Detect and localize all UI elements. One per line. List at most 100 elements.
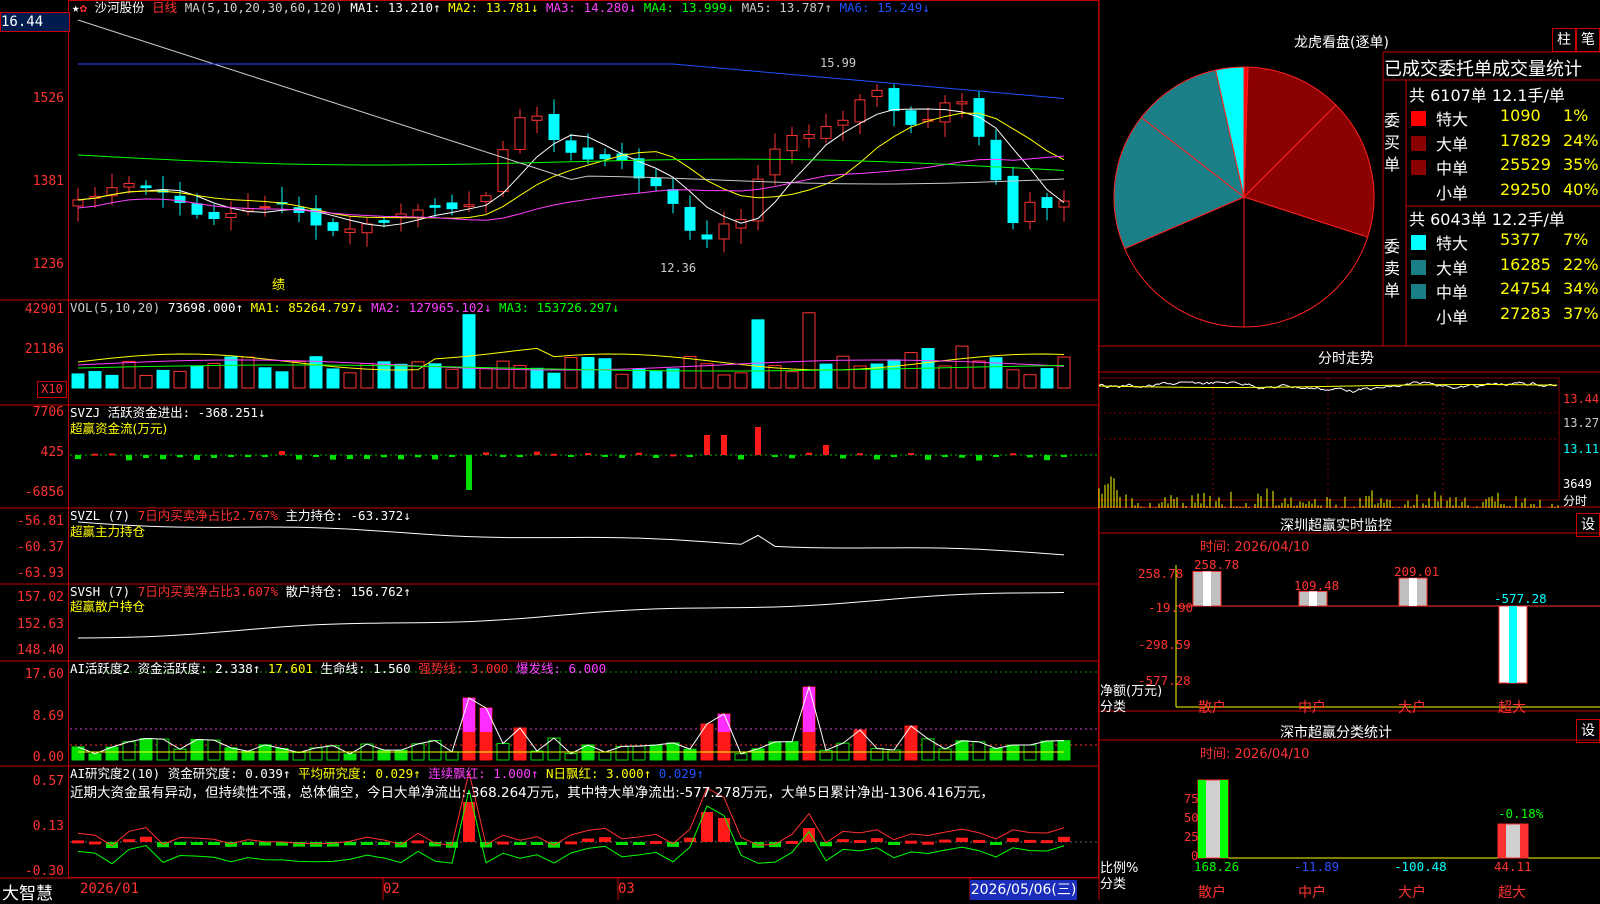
svzj-axis-tick: 7706 xyxy=(32,405,64,420)
volume-bar xyxy=(462,314,476,389)
svzj-bar xyxy=(840,455,846,459)
activity-bar xyxy=(139,738,153,761)
n-day-red-value: N日飘红: 3.000↑ xyxy=(545,766,652,781)
app-logo[interactable]: 大智慧 xyxy=(2,879,53,904)
stats-bar-edge xyxy=(1498,824,1506,858)
legend-percent: 24% xyxy=(1563,130,1599,150)
legend-percent: 1% xyxy=(1563,106,1589,125)
svzj-bar xyxy=(738,455,744,460)
avg-research-value: 平均研究度: 0.029↑ xyxy=(297,766,421,781)
low-price-marker: 12.36 xyxy=(660,261,696,275)
activity-bar xyxy=(972,741,986,761)
svzj-bar xyxy=(670,454,676,457)
price-axis-tick: 1381 xyxy=(32,174,64,189)
category-label: 超大 xyxy=(1498,700,1526,716)
legend-value: 16285 xyxy=(1500,254,1551,274)
volume-bar xyxy=(938,365,952,389)
candle-body xyxy=(769,148,781,176)
ma4-value: MA4: 13.999↓ xyxy=(643,0,735,15)
stock-name[interactable]: 沙河股份 xyxy=(95,0,145,15)
svzj-bar xyxy=(993,455,999,457)
stock-chart-area[interactable] xyxy=(0,0,1100,900)
svzj-bar xyxy=(976,455,982,461)
activity-bar xyxy=(768,741,782,761)
svzj-bar xyxy=(517,455,523,457)
research-bar xyxy=(922,841,934,845)
research-bar xyxy=(582,838,594,842)
candle-body xyxy=(667,189,679,204)
candle-body xyxy=(650,177,662,187)
stats-bar-edge xyxy=(1520,824,1528,858)
activity-burst-segment xyxy=(803,687,815,732)
svzj-bar xyxy=(279,451,285,455)
research-bar xyxy=(599,837,611,842)
svzj-bar xyxy=(721,435,727,455)
vol-header: VOL(5,10,20) 73698.000↑ MA1: 85264.797↓ … xyxy=(70,300,619,315)
svzj-bar xyxy=(194,455,200,460)
research-bar xyxy=(191,842,203,845)
category-label: 散户 xyxy=(1198,700,1226,716)
candle-body xyxy=(599,154,611,160)
vol-axis-tick: 42901 xyxy=(24,302,64,317)
candle-body xyxy=(548,114,560,141)
volume-bar xyxy=(700,363,714,389)
candle-body xyxy=(1024,201,1036,223)
candle-body xyxy=(718,223,730,240)
svzj-bar xyxy=(330,455,336,460)
sz-monitor-settings-button[interactable]: 设 xyxy=(1576,513,1600,537)
candle-body xyxy=(735,219,747,229)
tick-view-button[interactable]: 笔 xyxy=(1576,28,1600,52)
svzj-bar xyxy=(891,455,897,457)
svzj-bar xyxy=(789,455,795,459)
research-bar xyxy=(1024,839,1036,843)
continuous-red-value: 连续飘红: 1.000↑ xyxy=(428,766,539,781)
legend-label: 小单 xyxy=(1436,183,1469,203)
candle-body xyxy=(939,102,951,123)
svzj-bar xyxy=(772,455,778,457)
svzl-ratio: 7日内买卖净占比2.767% xyxy=(137,508,278,523)
volume-bar xyxy=(666,368,680,389)
research-bar xyxy=(208,842,220,845)
bar-view-button[interactable]: 柱 xyxy=(1552,28,1576,52)
svzj-bar xyxy=(381,455,387,458)
activity-bar xyxy=(173,748,187,761)
research-bar xyxy=(361,842,373,845)
volume-bar xyxy=(751,319,765,389)
svzj-bar xyxy=(925,455,931,460)
sz-stats-settings-button[interactable]: 设 xyxy=(1576,719,1600,743)
sz-monitor-axis-tick: -298.59 xyxy=(1138,637,1191,652)
research-extra-value: 0.029↑ xyxy=(658,766,704,781)
volume-bar xyxy=(343,372,357,389)
research-bar xyxy=(939,839,951,843)
volume-bar xyxy=(581,357,595,389)
research-bar xyxy=(956,837,968,842)
legend-label: 特大 xyxy=(1436,110,1469,129)
svzj-bar xyxy=(177,455,183,458)
volume-bar xyxy=(105,374,119,389)
low-price-value: 12.36 xyxy=(660,261,697,275)
high-price-value: 15.99 xyxy=(820,56,857,70)
candle-body xyxy=(208,212,220,220)
research-bar xyxy=(140,836,152,842)
intraday-title: 分时走势 xyxy=(1318,351,1374,367)
sz-monitor-title: 深圳超赢实时监控 xyxy=(1280,518,1392,534)
candle-body xyxy=(446,202,458,210)
activity-bar xyxy=(445,751,459,761)
current-date-label: 2026/05/06(三) xyxy=(970,880,1077,900)
svzj-bar xyxy=(398,455,404,460)
svzj-bar xyxy=(126,455,132,461)
legend-label: 小单 xyxy=(1436,307,1469,327)
svzj-bar xyxy=(449,455,455,457)
svzj-bar xyxy=(228,455,234,457)
research-bar xyxy=(633,842,645,845)
earnings-marker[interactable]: 绩 xyxy=(272,274,285,293)
favorite-star-icon[interactable]: ★ xyxy=(72,0,80,15)
price-cursor-box: 16.44 xyxy=(0,12,70,32)
activity-bar xyxy=(921,738,935,761)
activity-bar xyxy=(938,748,952,761)
category-label: 大户 xyxy=(1398,885,1426,901)
volume-bar xyxy=(71,373,85,389)
volume-bar xyxy=(445,368,459,389)
svsh-value: 散户持仓: 156.762↑ xyxy=(285,584,411,599)
period-label[interactable]: 日线 xyxy=(152,0,177,15)
